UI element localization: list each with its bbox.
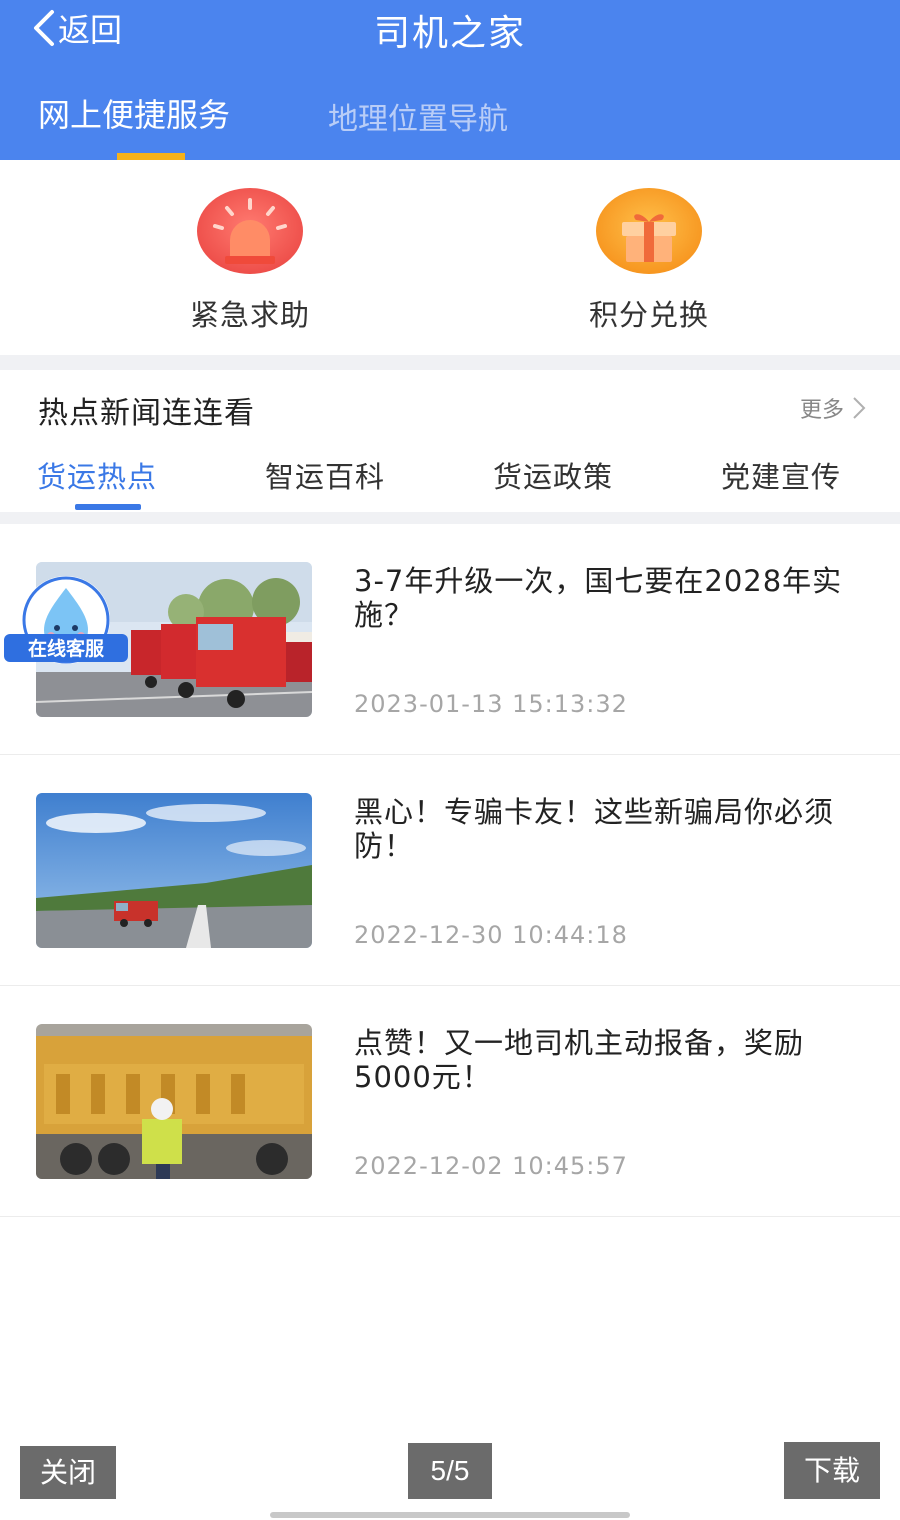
- siren-icon: [197, 188, 303, 274]
- points-exchange-button[interactable]: 积分兑换: [549, 188, 749, 334]
- news-item-title: 3-7年升级一次，国七要在2028年实施？: [354, 564, 843, 632]
- tab-party-building[interactable]: 党建宣传: [721, 454, 841, 496]
- news-thumbnail: [36, 793, 312, 948]
- points-exchange-label: 积分兑换: [588, 298, 709, 332]
- more-link[interactable]: 更多: [800, 392, 866, 424]
- download-button[interactable]: 下载: [784, 1442, 880, 1499]
- tab-online-services[interactable]: 网上便捷服务: [38, 90, 230, 136]
- news-item-title: 点赞！又一地司机主动报备，奖励5000元！: [354, 1026, 805, 1094]
- active-category-indicator: [75, 504, 141, 510]
- tab-smart-freight-wiki[interactable]: 智运百科: [265, 454, 385, 496]
- page-indicator: 5/5: [408, 1443, 492, 1499]
- top-tab-bar: 网上便捷服务 地理位置导航: [0, 90, 900, 160]
- online-service-badge[interactable]: 在线客服: [4, 576, 128, 664]
- news-section-header: 热点新闻连连看 更多: [0, 370, 900, 440]
- tab-freight-policy[interactable]: 货运政策: [493, 454, 613, 496]
- news-item-date: 2022-12-02 10:45:57: [354, 1152, 628, 1180]
- news-thumbnail: [36, 1024, 312, 1179]
- news-item[interactable]: 3-7年升级一次，国七要在2028年实施？ 2023-01-13 15:13:3…: [0, 524, 900, 755]
- news-item-date: 2022-12-30 10:44:18: [354, 921, 628, 949]
- tab-location-navigation[interactable]: 地理位置导航: [328, 94, 508, 138]
- online-service-label: 在线客服: [28, 637, 105, 660]
- app-header: 返回 司机之家 网上便捷服务 地理位置导航: [0, 0, 900, 160]
- news-item[interactable]: 点赞！又一地司机主动报备，奖励5000元！ 2022-12-02 10:45:5…: [0, 986, 900, 1217]
- news-category-tabs: 货运热点 智运百科 货运政策 党建宣传: [0, 440, 900, 512]
- gift-icon: [596, 188, 702, 274]
- emergency-help-label: 紧急求助: [189, 298, 310, 332]
- close-button[interactable]: 关闭: [20, 1446, 116, 1499]
- active-tab-indicator: [117, 153, 185, 160]
- page-title: 司机之家: [373, 13, 526, 54]
- news-item-title: 黑心！专骗卡友！这些新骗局你必须防！: [354, 795, 835, 863]
- emergency-help-button[interactable]: 紧急求助: [150, 188, 350, 334]
- mascot-icon: 在线客服: [4, 576, 128, 664]
- news-list: 3-7年升级一次，国七要在2028年实施？ 2023-01-13 15:13:3…: [0, 524, 900, 1217]
- section-divider: [0, 512, 900, 524]
- news-item-date: 2023-01-13 15:13:32: [354, 690, 628, 718]
- section-divider: [0, 355, 900, 370]
- chevron-right-icon: [853, 397, 866, 419]
- home-indicator[interactable]: [270, 1512, 630, 1518]
- more-label: 更多: [799, 398, 844, 423]
- news-item[interactable]: 黑心！专骗卡友！这些新骗局你必须防！ 2022-12-30 10:44:18: [0, 755, 900, 986]
- quick-services: 紧急求助 积分兑换: [0, 160, 900, 355]
- tab-freight-hotspot[interactable]: 货运热点: [37, 454, 157, 496]
- news-section-title: 热点新闻连连看: [38, 396, 255, 431]
